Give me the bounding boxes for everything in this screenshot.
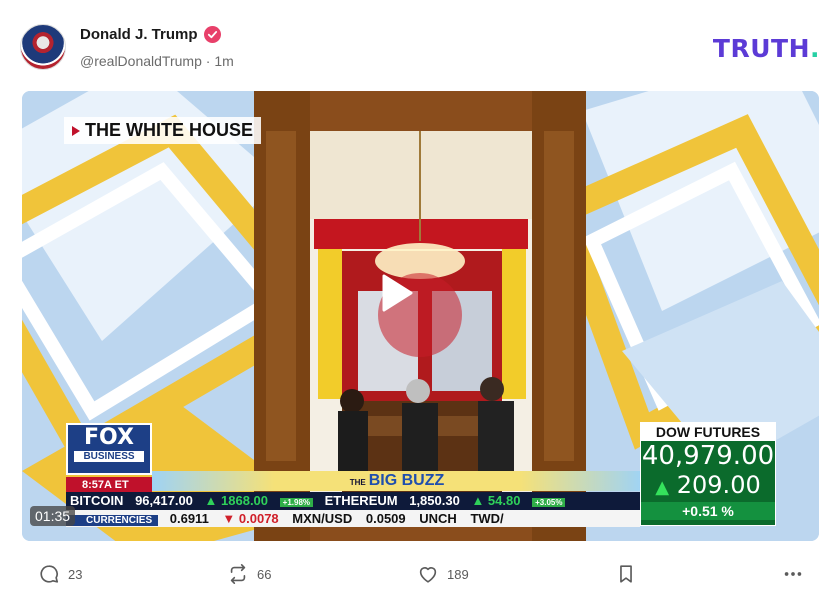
network-logo: FOX BUSINESS [66, 423, 152, 475]
ticker-value: 1,850.30 [409, 493, 460, 508]
currency-ticker: CURRENCIES 0.6911 ▼ 0.0078 MXN/USD 0.050… [66, 510, 640, 527]
segment-banner: THE BIG BUZZ [152, 471, 642, 491]
broadcast-clock: 8:57A ET [66, 477, 152, 493]
like-icon [419, 567, 437, 583]
dow-change: 209.00 [676, 471, 761, 499]
video-duration: 01:35 [30, 506, 76, 526]
ticker-label: ETHEREUM [324, 493, 398, 508]
video-player[interactable]: THE WHITE HOUSE FOX BUSINESS 8:57A ET TH… [22, 91, 819, 541]
retruth-icon [230, 564, 246, 584]
meta-separator: · [205, 53, 211, 69]
segment-prefix: THE [349, 478, 366, 487]
verified-icon [203, 26, 221, 43]
ticker-label: BITCOIN [70, 493, 124, 508]
post-actions: 23 66 189 [38, 563, 808, 589]
reply-button[interactable]: 23 [38, 563, 82, 585]
like-count: 189 [447, 566, 469, 582]
post-time[interactable]: 1m [214, 53, 233, 69]
reply-icon [40, 565, 59, 583]
ticker-percent: +3.05% [532, 498, 566, 507]
up-arrow-icon: ▲ [655, 477, 670, 498]
avatar[interactable] [20, 24, 66, 70]
ticker-change: ▲ 54.80 [471, 493, 521, 508]
play-icon [382, 274, 413, 312]
crypto-ticker: BITCOIN 96,417.00 ▲ 1868.00 +1.98% ETHER… [66, 492, 640, 510]
ticker-label: TWD/ [470, 511, 504, 526]
ticker-value: 0.6911 [169, 511, 209, 526]
brand-dot: . [810, 34, 820, 63]
dow-futures-box: DOW FUTURES 40,979.00 ▲ 209.00 +0.51 % [640, 422, 776, 526]
author-name[interactable]: Donald J. Trump [80, 26, 198, 43]
play-button[interactable] [378, 273, 462, 357]
retruth-count: 66 [257, 566, 272, 582]
ticker-change: ▲ 1868.00 [204, 493, 269, 508]
dow-percent: +0.51 % [641, 502, 775, 520]
dow-change-row: ▲ 209.00 [641, 471, 775, 502]
dow-title: DOW FUTURES [641, 423, 775, 441]
bookmark-button[interactable] [615, 563, 637, 585]
more-options-button[interactable] [782, 563, 804, 585]
ticker-label: MXN/USD [292, 511, 353, 526]
segment-title: BIG BUZZ [368, 472, 445, 489]
triangle-icon [72, 125, 80, 136]
ticker-value: 0.0509 [365, 511, 406, 526]
retruth-button[interactable]: 66 [227, 563, 271, 585]
location-label: THE WHITE HOUSE [64, 117, 262, 144]
ticker-label: CURRENCIES [66, 515, 159, 526]
location-text: THE WHITE HOUSE [85, 120, 254, 140]
truth-logo[interactable]: TRUTH. [713, 34, 820, 63]
ticker-status: UNCH [419, 511, 457, 526]
network-subtitle: BUSINESS [74, 451, 144, 462]
ticker-change: ▼ 0.0078 [222, 511, 279, 526]
ticker-percent: +1.98% [279, 498, 314, 507]
author-row: Donald J. Trump [80, 26, 221, 43]
reply-count: 23 [68, 566, 83, 582]
like-button[interactable]: 189 [417, 563, 469, 585]
more-icon [784, 572, 802, 576]
post-header: Donald J. Trump @realDonaldTrump · 1m TR… [20, 22, 820, 78]
author-handle[interactable]: @realDonaldTrump [80, 53, 202, 69]
dow-value: 40,979.00 [641, 441, 775, 471]
bookmark-icon [620, 565, 632, 583]
post-meta: @realDonaldTrump · 1m [80, 53, 234, 69]
brand-text: TRUTH [712, 34, 810, 63]
ticker-value: 96,417.00 [135, 493, 193, 508]
network-name: FOX [84, 425, 134, 450]
